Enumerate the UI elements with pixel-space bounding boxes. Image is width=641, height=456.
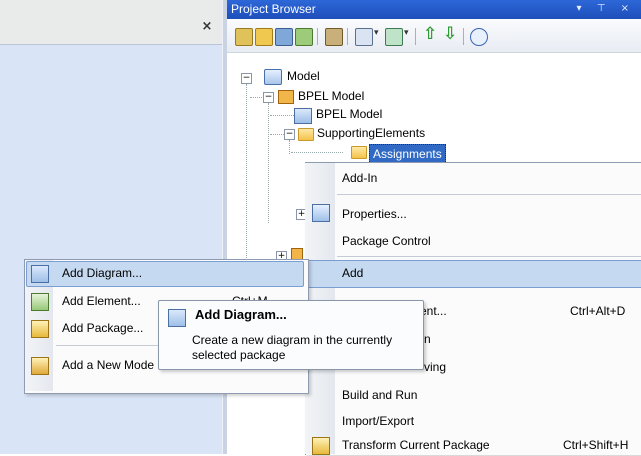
tree-item-supporting-elements[interactable]: SupportingElements bbox=[317, 124, 425, 142]
menu-shortcut: Ctrl+Alt+D bbox=[570, 304, 626, 318]
add-diagram-icon bbox=[31, 265, 49, 283]
find-icon[interactable] bbox=[325, 28, 343, 46]
menu-item-add-in[interactable]: Add-In bbox=[342, 167, 377, 189]
tree-line bbox=[289, 140, 290, 154]
menu-separator bbox=[337, 194, 641, 195]
move-down-icon[interactable]: ⇩ bbox=[443, 24, 457, 44]
browser-toolbar: ▾ ▾ ⇧ ⇩ bbox=[227, 19, 641, 53]
tooltip-title: Add Diagram... bbox=[195, 307, 287, 322]
tree-line bbox=[250, 97, 262, 98]
tree-item-model[interactable]: Model bbox=[287, 67, 320, 85]
new-element-icon[interactable] bbox=[295, 28, 313, 46]
new-model-icon[interactable] bbox=[235, 28, 253, 46]
menu-item-properties[interactable]: Properties... bbox=[342, 203, 407, 225]
submenu-item-add-package[interactable]: Add Package... bbox=[62, 317, 143, 339]
toolbar-separator bbox=[463, 28, 464, 45]
add-diagram-icon bbox=[168, 309, 186, 327]
menu-item-partial-drawing[interactable]: ving bbox=[424, 356, 446, 378]
properties-icon bbox=[312, 204, 330, 222]
chevron-down-icon[interactable]: ▾ bbox=[374, 28, 379, 38]
tooltip-description: Create a new diagram in the currently se… bbox=[192, 333, 393, 362]
new-diagram-icon[interactable] bbox=[275, 28, 293, 46]
collapse-icon[interactable]: − bbox=[263, 92, 274, 103]
left-panel-header bbox=[0, 0, 222, 45]
bpel-package-icon bbox=[278, 90, 294, 104]
folder-icon bbox=[351, 146, 367, 159]
tree-item-bpel-model-diagram[interactable]: BPEL Model bbox=[316, 105, 382, 123]
toolbar-separator bbox=[317, 28, 318, 45]
document-icon[interactable] bbox=[355, 28, 373, 46]
submenu-item-add-new-model[interactable]: Add a New Mode bbox=[62, 354, 154, 376]
tree-line bbox=[270, 115, 294, 116]
folder-icon bbox=[298, 128, 314, 141]
toolbar-separator bbox=[415, 28, 416, 45]
close-icon[interactable]: × bbox=[200, 20, 214, 34]
move-up-icon[interactable]: ⇧ bbox=[423, 24, 437, 44]
tree-line bbox=[246, 84, 247, 264]
tree-item-bpel-model-package[interactable]: BPEL Model bbox=[298, 87, 364, 105]
menu-item-build-and-run[interactable]: Build and Run bbox=[342, 384, 417, 406]
menu-item-partial-element[interactable]: ent... bbox=[420, 300, 447, 322]
tree-line bbox=[268, 103, 269, 223]
menu-item-transform-package[interactable]: Transform Current Package bbox=[342, 434, 490, 456]
menu-item-partial[interactable]: n bbox=[424, 328, 431, 350]
model-icon bbox=[264, 69, 282, 85]
project-browser-titlebar: Project Browser ▾ ⊤ × bbox=[227, 0, 641, 19]
menu-item-package-control[interactable]: Package Control bbox=[342, 230, 431, 252]
menu-separator bbox=[337, 256, 641, 257]
transform-icon bbox=[312, 437, 330, 455]
submenu-item-add-diagram[interactable]: Add Diagram... bbox=[62, 262, 142, 284]
tree-item-assignments[interactable]: Assignments bbox=[369, 144, 446, 164]
tree-line bbox=[270, 134, 284, 135]
new-package-icon[interactable] bbox=[255, 28, 273, 46]
tooltip: Add Diagram... Create a new diagram in t… bbox=[158, 300, 424, 370]
title-controls[interactable]: ▾ ⊤ × bbox=[577, 3, 635, 14]
tree-line bbox=[291, 152, 343, 153]
diagram-icon bbox=[294, 108, 312, 124]
submenu-item-add-element[interactable]: Add Element... bbox=[62, 290, 141, 312]
collapse-icon[interactable]: − bbox=[241, 73, 252, 84]
toolbar-separator bbox=[347, 28, 348, 45]
add-element-icon bbox=[31, 293, 49, 311]
panel-title: Project Browser bbox=[231, 2, 316, 16]
report-icon[interactable] bbox=[385, 28, 403, 46]
collapse-icon[interactable]: − bbox=[284, 129, 295, 140]
add-package-icon bbox=[31, 320, 49, 338]
menu-shortcut: Ctrl+Shift+H bbox=[563, 438, 629, 452]
chevron-down-icon[interactable]: ▾ bbox=[404, 28, 409, 38]
menu-item-import-export[interactable]: Import/Export bbox=[342, 410, 414, 432]
new-model-icon bbox=[31, 357, 49, 375]
help-icon[interactable] bbox=[470, 28, 488, 46]
menu-item-add[interactable]: Add bbox=[342, 262, 363, 284]
